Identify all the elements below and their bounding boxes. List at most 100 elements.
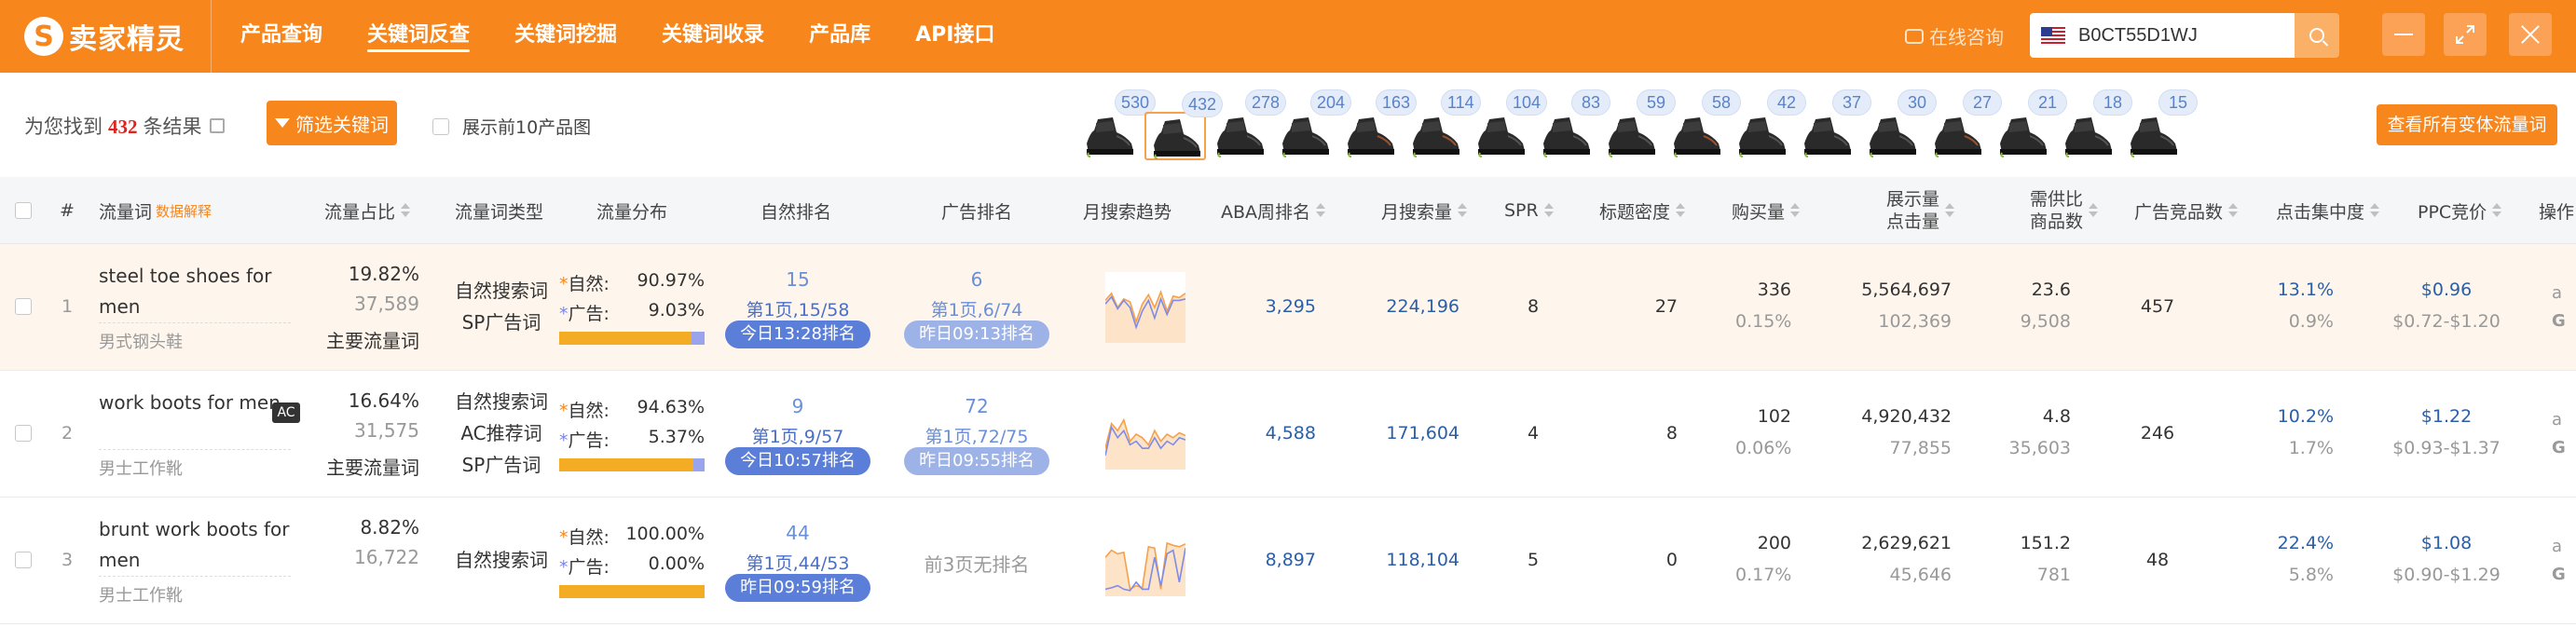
nav-item-5[interactable]: API接口 (915, 0, 994, 73)
keyword-text[interactable]: steel toe shoes for men (99, 261, 291, 322)
col-supply-ratio[interactable]: 需供比 商品数 (2030, 177, 2099, 244)
minimize-button[interactable] (2382, 13, 2425, 56)
show-top10-toggle[interactable]: 展示前10产品图 (432, 114, 591, 139)
monthly-trend-chart[interactable] (1105, 525, 1185, 596)
amazon-icon[interactable]: a (2552, 410, 2562, 430)
purchase-rate: 0.15% (1735, 311, 1792, 332)
variant-thumb[interactable]: 104 (1471, 89, 1548, 160)
impressions: 5,564,697 (1861, 280, 1952, 300)
variant-thumb[interactable]: 37 (1797, 89, 1871, 160)
col-purchases[interactable]: 购买量 (1732, 177, 1801, 244)
supply-ratio: 23.6 (2031, 280, 2071, 300)
variant-thumb[interactable]: 59 (1601, 89, 1676, 160)
variant-thumb[interactable]: 432 (1144, 91, 1224, 160)
col-ad-rank: 广告排名 (941, 201, 1013, 223)
variant-thumb[interactable]: 27 (1927, 89, 2002, 160)
filter-keywords-label: 筛选关键词 (295, 113, 389, 136)
col-monthly-search[interactable]: 月搜索量 (1381, 177, 1468, 244)
col-impressions[interactable]: 展示量 点击量 (1886, 177, 1955, 244)
filter-keywords-button[interactable]: 筛选关键词 (267, 101, 397, 145)
monthly-search: 118,104 (1386, 550, 1459, 570)
variant-thumb[interactable]: 30 (1862, 89, 1937, 160)
col-spr[interactable]: SPR (1504, 177, 1554, 244)
select-all-checkbox[interactable] (15, 202, 32, 219)
ad-rank[interactable]: 6 (902, 268, 1051, 291)
organic-share-value: 94.63% (637, 397, 705, 417)
variant-thumb[interactable]: 42 (1732, 89, 1806, 160)
col-title-density[interactable]: 标题密度 (1599, 177, 1686, 244)
variant-thumb[interactable]: 58 (1666, 89, 1741, 162)
search-button[interactable] (2295, 13, 2339, 58)
monthly-trend-chart[interactable] (1105, 399, 1185, 470)
organic-rank[interactable]: 15 (723, 268, 872, 291)
title-density: 27 (1654, 296, 1678, 317)
ad-share-label: *广告: (559, 557, 610, 578)
sort-icon (1790, 203, 1801, 218)
ad-label: 广告: (568, 430, 610, 451)
keyword-text[interactable]: brunt work boots for men (99, 514, 291, 576)
amazon-icon[interactable]: a (2552, 283, 2562, 303)
monthly-trend-chart[interactable] (1105, 272, 1185, 343)
google-icon[interactable]: G (2552, 311, 2566, 331)
variant-thumb[interactable]: 114 (1405, 89, 1481, 160)
table-row[interactable]: 1 steel toe shoes for men 男式钢头鞋 19.82% 3… (0, 244, 2576, 371)
variant-thumb[interactable]: 204 (1275, 89, 1352, 160)
table-row[interactable]: 3 brunt work boots for men 男士工作靴 8.82% 1… (0, 498, 2576, 624)
organic-rank-time: 今日10:57排名 (725, 447, 870, 475)
variant-thumb[interactable]: 530 (1079, 89, 1157, 160)
spr-value: 5 (1527, 550, 1540, 570)
ad-rank[interactable]: 72 (902, 395, 1051, 417)
spr-value: 4 (1527, 423, 1540, 443)
online-consult-link[interactable]: 在线咨询 (1905, 22, 2004, 49)
nav-item-4[interactable]: 产品库 (809, 0, 870, 73)
col-products-label: 商品数 (2030, 211, 2084, 232)
organic-label: 自然: (568, 401, 610, 421)
google-icon[interactable]: G (2552, 438, 2566, 457)
variant-thumb[interactable]: 163 (1340, 89, 1418, 160)
export-icon[interactable] (209, 118, 225, 133)
us-flag-icon[interactable] (2041, 27, 2065, 44)
col-click-concentration[interactable]: 点击集中度 (2276, 177, 2380, 244)
variant-thumb[interactable]: 83 (1536, 89, 1610, 160)
logo[interactable]: S 卖家精灵 (24, 15, 185, 58)
amazon-icon[interactable]: a (2552, 537, 2562, 556)
variant-thumb[interactable]: 15 (2123, 89, 2198, 160)
variant-thumb[interactable]: 278 (1210, 89, 1287, 160)
asin-search-input[interactable] (2078, 24, 2283, 47)
expand-button[interactable] (2444, 13, 2487, 56)
organic-rank[interactable]: 9 (723, 395, 872, 417)
col-ad-products[interactable]: 广告竞品数 (2134, 177, 2239, 244)
ppc-bid: $0.96 (2420, 280, 2473, 300)
organic-rank-page: 第1页,9/57 (751, 427, 844, 447)
variant-thumb[interactable]: 18 (2058, 89, 2132, 160)
row-checkbox[interactable] (15, 298, 32, 315)
boot-image (1739, 117, 1786, 157)
keyword-text[interactable]: work boots for men (99, 388, 291, 418)
result-count-number: 432 (108, 116, 138, 138)
table-row[interactable]: 2 work boots for men AC 男士工作靴 16.64% 31,… (0, 371, 2576, 498)
nav-item-1[interactable]: 关键词反查 (367, 0, 471, 73)
variant-thumb[interactable]: 21 (1993, 89, 2067, 160)
data-explain-link[interactable]: 数据解释 (156, 201, 212, 221)
show-top10-checkbox[interactable] (432, 117, 449, 135)
col-share[interactable]: 流量占比 (324, 177, 411, 244)
organic-rank[interactable]: 44 (723, 522, 872, 544)
organic-rank-page: 第1页,44/53 (746, 553, 850, 574)
nav-item-0[interactable]: 产品查询 (240, 0, 322, 73)
col-aba[interactable]: ABA周排名 (1221, 177, 1326, 244)
ad-rank-time: 昨日09:55排名 (904, 447, 1049, 475)
col-ppc[interactable]: PPC竞价 (2418, 177, 2502, 244)
ad-share-fill (693, 458, 705, 471)
row-checkbox[interactable] (15, 425, 32, 442)
view-all-variants-button[interactable]: 查看所有变体流量词 (2377, 104, 2557, 145)
google-icon[interactable]: G (2552, 565, 2566, 584)
nav-item-2[interactable]: 关键词挖掘 (514, 0, 617, 73)
ad-share-value: 0.00% (648, 553, 705, 574)
sort-icon (2089, 203, 2099, 218)
row-checkbox[interactable] (15, 552, 32, 568)
close-button[interactable] (2509, 13, 2552, 56)
boot-image-wrap (1672, 116, 1722, 162)
row-checkbox-cell (15, 425, 32, 446)
click-concentration: 10.2% (2277, 406, 2334, 427)
nav-item-3[interactable]: 关键词收录 (662, 0, 764, 73)
